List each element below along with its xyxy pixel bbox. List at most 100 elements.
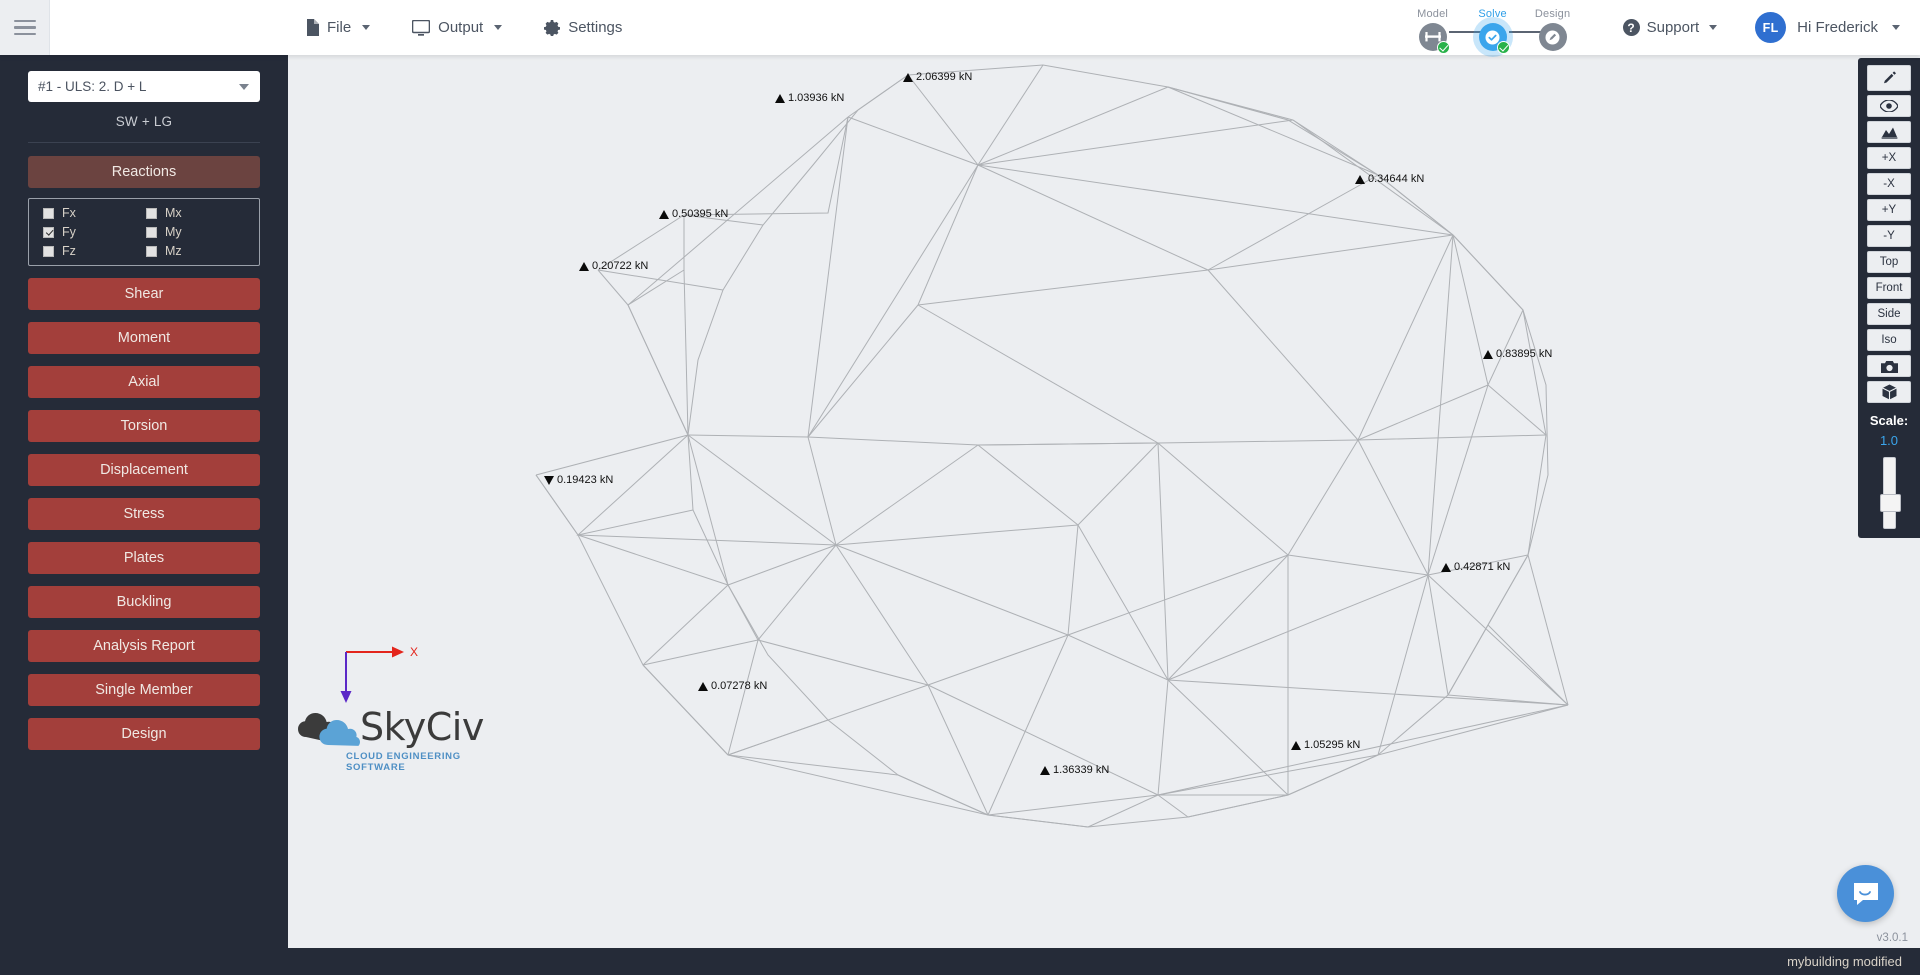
view-side-button[interactable]: Side bbox=[1867, 303, 1911, 325]
plates-button[interactable]: Plates bbox=[28, 542, 260, 574]
pencil-edit-icon[interactable] bbox=[1867, 65, 1911, 91]
reaction-component-checkboxes: Fx Mx Fy My Fz Mz bbox=[28, 198, 260, 266]
gear-icon bbox=[544, 19, 561, 36]
shear-button[interactable]: Shear bbox=[28, 278, 260, 310]
checkbox-fy-label: Fy bbox=[62, 225, 76, 239]
scale-slider-handle[interactable] bbox=[1879, 494, 1901, 512]
menu-settings[interactable]: Settings bbox=[544, 0, 622, 55]
file-document-icon bbox=[305, 19, 319, 36]
application-root: File Output Settings Model Solve Design … bbox=[0, 0, 1920, 975]
question-circle-icon: ? bbox=[1622, 19, 1640, 36]
header-right-group: Model Solve Design ? Support FL Hi Frede… bbox=[1403, 0, 1920, 55]
stepper-step-solve[interactable]: Solve bbox=[1463, 8, 1523, 54]
beam-structure-icon bbox=[1418, 23, 1450, 54]
support-menu[interactable]: ? Support bbox=[1622, 19, 1718, 36]
checkbox-mz-label: Mz bbox=[165, 244, 182, 258]
avatar: FL bbox=[1755, 12, 1787, 43]
view-front-button[interactable]: Front bbox=[1867, 277, 1911, 299]
checkbox-mz[interactable]: Mz bbox=[146, 244, 249, 258]
reactions-button[interactable]: Reactions bbox=[28, 156, 260, 188]
load-combination-select[interactable]: #1 - ULS: 2. D + L bbox=[28, 71, 260, 102]
chat-bubble-icon bbox=[1853, 882, 1878, 905]
analysis-report-button[interactable]: Analysis Report bbox=[28, 630, 260, 662]
stress-button[interactable]: Stress bbox=[28, 498, 260, 530]
user-greeting: Hi Frederick bbox=[1797, 19, 1878, 36]
scale-label: Scale: bbox=[1869, 413, 1909, 428]
view-plus-y-button[interactable]: +Y bbox=[1867, 199, 1911, 221]
camera-screenshot-icon[interactable] bbox=[1867, 355, 1911, 377]
checkbox-box bbox=[146, 207, 157, 219]
cube-3d-icon[interactable] bbox=[1867, 381, 1911, 403]
axial-button[interactable]: Axial bbox=[28, 366, 260, 398]
checkbox-fx-label: Fx bbox=[62, 206, 76, 220]
stepper-step-design[interactable]: Design bbox=[1523, 8, 1583, 51]
eye-visibility-icon[interactable] bbox=[1867, 95, 1911, 117]
view-top-button[interactable]: Top bbox=[1867, 251, 1911, 273]
chevron-down-icon bbox=[1709, 25, 1718, 30]
pencil-ruler-icon bbox=[1538, 23, 1567, 51]
model-complete-check-icon bbox=[1436, 41, 1450, 54]
checkbox-fy[interactable]: Fy bbox=[43, 225, 146, 239]
checkbox-my[interactable]: My bbox=[146, 225, 249, 239]
menu-file-label: File bbox=[327, 19, 352, 36]
structural-model-wireframe bbox=[535, 64, 1569, 828]
checkbox-fz-label: Fz bbox=[62, 244, 76, 258]
menu-output-label: Output bbox=[438, 19, 484, 36]
scale-value: 1.0 bbox=[1879, 433, 1899, 448]
hamburger-menu-icon[interactable] bbox=[0, 0, 50, 55]
chevron-down-icon bbox=[494, 25, 503, 30]
stepper-design-label: Design bbox=[1534, 8, 1571, 20]
chevron-down-icon bbox=[239, 83, 249, 90]
load-combination-subtitle: SW + LG bbox=[115, 114, 173, 129]
single-member-button[interactable]: Single Member bbox=[28, 674, 260, 706]
checkbox-box bbox=[43, 245, 54, 257]
chat-support-button[interactable] bbox=[1837, 865, 1894, 922]
checkbox-fx[interactable]: Fx bbox=[43, 206, 146, 220]
checkbox-box bbox=[43, 207, 54, 219]
menu-file[interactable]: File bbox=[305, 0, 371, 55]
model-viewport-3d[interactable]: 2.06399 kN 1.03936 kN 0.34644 kN 0.50395… bbox=[288, 55, 1920, 948]
view-minus-x-button[interactable]: -X bbox=[1867, 173, 1911, 195]
left-sidebar: #1 - ULS: 2. D + L SW + LG Reactions Fx … bbox=[0, 55, 288, 975]
top-header-bar: File Output Settings Model Solve Design … bbox=[0, 0, 1920, 55]
support-label: Support bbox=[1646, 19, 1700, 36]
chevron-down-icon bbox=[1892, 25, 1900, 30]
stepper-solve-label: Solve bbox=[1478, 8, 1507, 20]
checkbox-box bbox=[146, 226, 157, 238]
check-circle-icon bbox=[1478, 23, 1510, 54]
buckling-button[interactable]: Buckling bbox=[28, 586, 260, 618]
app-version-label: v3.0.1 bbox=[1876, 932, 1908, 944]
view-iso-button[interactable]: Iso bbox=[1867, 329, 1911, 351]
chevron-down-icon bbox=[362, 25, 371, 30]
checkbox-mx[interactable]: Mx bbox=[146, 206, 249, 220]
displacement-button[interactable]: Displacement bbox=[28, 454, 260, 486]
view-minus-y-button[interactable]: -Y bbox=[1867, 225, 1911, 247]
solve-complete-check-icon bbox=[1496, 41, 1510, 54]
skyciv-tagline: CLOUD ENGINEERING SOFTWARE bbox=[346, 751, 461, 773]
chart-graph-icon[interactable] bbox=[1867, 121, 1911, 143]
checkbox-box bbox=[146, 245, 157, 257]
sidebar-divider bbox=[28, 142, 260, 143]
design-button[interactable]: Design bbox=[28, 718, 260, 750]
skyciv-cloud-mark-icon bbox=[298, 713, 360, 746]
checkbox-fz[interactable]: Fz bbox=[43, 244, 146, 258]
menu-output[interactable]: Output bbox=[412, 0, 503, 55]
status-bar: mybuilding modified bbox=[0, 948, 1920, 975]
skyciv-wordmark: SkyCiv bbox=[360, 705, 484, 749]
torsion-button[interactable]: Torsion bbox=[28, 410, 260, 442]
status-message: mybuilding modified bbox=[1787, 954, 1902, 969]
scale-slider[interactable] bbox=[1879, 457, 1901, 529]
user-account-menu[interactable]: FL Hi Frederick bbox=[1755, 12, 1900, 43]
view-plus-x-button[interactable]: +X bbox=[1867, 147, 1911, 169]
checkbox-box-checked bbox=[43, 226, 54, 238]
view-tools-toolbar: +X -X +Y -Y Top Front Side Iso Scale: 1.… bbox=[1858, 58, 1920, 538]
stepper-step-model[interactable]: Model bbox=[1403, 8, 1463, 54]
z-axis-arrow-icon bbox=[340, 691, 352, 703]
skyciv-logo: SkyCiv CLOUD ENGINEERING SOFTWARE bbox=[298, 705, 488, 773]
checkbox-mx-label: Mx bbox=[165, 206, 182, 220]
moment-button[interactable]: Moment bbox=[28, 322, 260, 354]
main-menu-group: File Output Settings bbox=[305, 0, 622, 55]
checkbox-my-label: My bbox=[165, 225, 182, 239]
workflow-stepper: Model Solve Design bbox=[1403, 4, 1583, 54]
menu-settings-label: Settings bbox=[568, 19, 623, 36]
